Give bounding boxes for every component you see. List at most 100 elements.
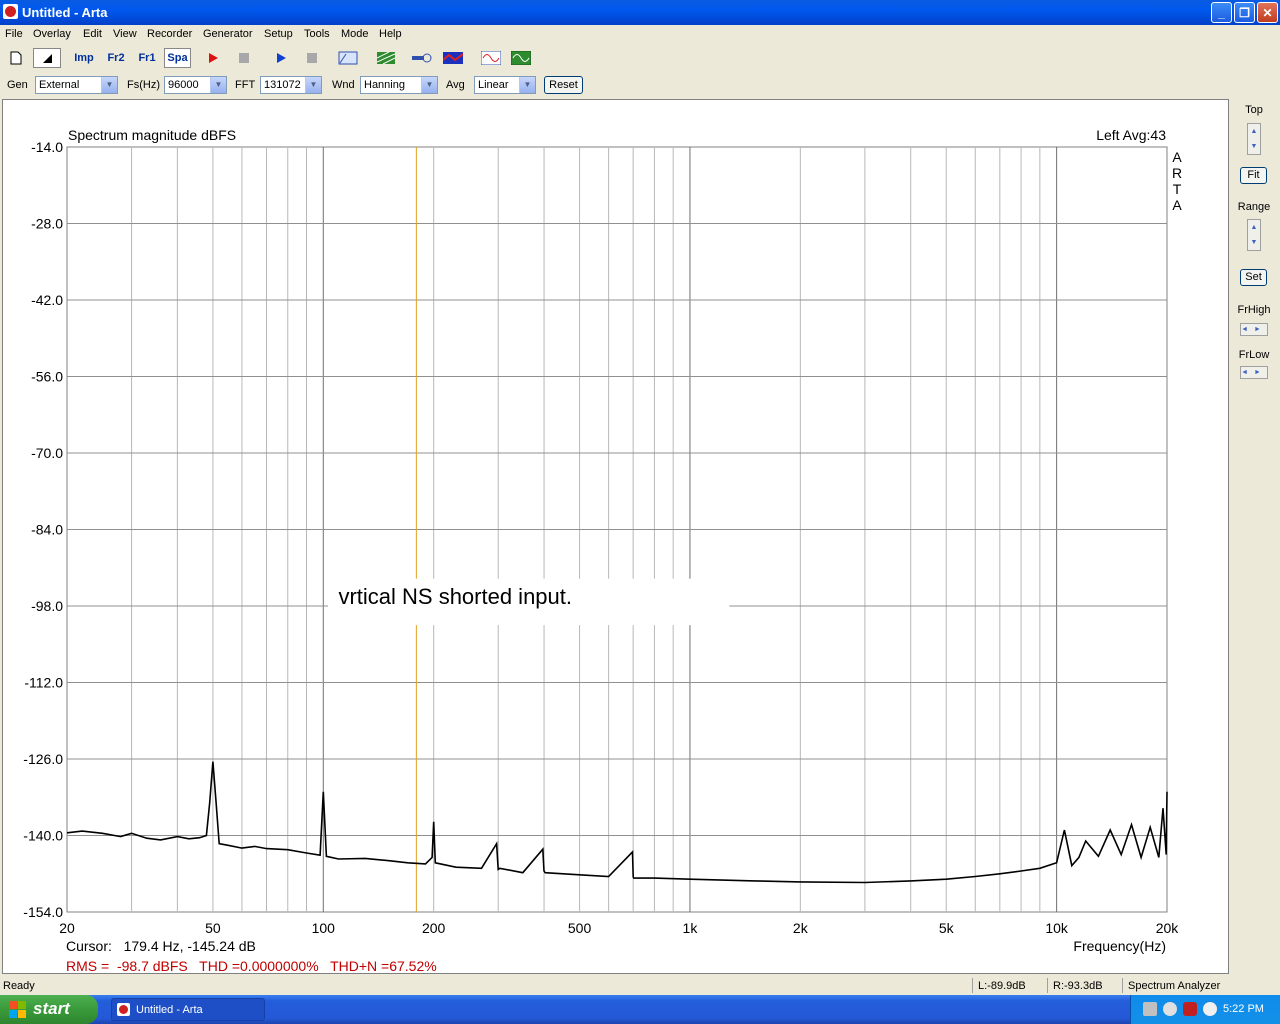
x-tick-label: 20k xyxy=(1156,920,1180,936)
annotation-box: vrtical NS shorted input. xyxy=(327,578,730,626)
x-axis-label: Frequency(Hz) xyxy=(1073,938,1166,954)
gen-select[interactable]: External ▼ xyxy=(35,76,118,94)
menu-bar: File Overlay Edit View Recorder Generato… xyxy=(0,25,1280,44)
cursor-readout: Cursor: 179.4 Hz, -145.24 dB xyxy=(66,938,256,954)
close-button[interactable]: ✕ xyxy=(1257,2,1278,23)
top-spinner[interactable]: ▲ ▼ xyxy=(1247,123,1261,155)
stop-play-icon[interactable] xyxy=(301,48,323,68)
fr2-label: Fr2 xyxy=(107,52,125,64)
grid-icon[interactable] xyxy=(375,48,397,68)
arta-app-icon[interactable] xyxy=(3,4,18,19)
pointer-icon[interactable] xyxy=(33,48,61,68)
restore-button[interactable]: ❐ xyxy=(1234,2,1255,23)
y-tick-label: -84.0 xyxy=(31,522,63,538)
title-bar[interactable]: Untitled - Arta _ ❐ ✕ xyxy=(0,0,1280,25)
fr1-label: Fr1 xyxy=(138,52,156,64)
frhigh-spinner[interactable]: ◄► xyxy=(1240,323,1268,336)
volume-icon[interactable] xyxy=(1163,1002,1177,1016)
x-tick-label: 100 xyxy=(312,920,336,936)
menu-view[interactable]: View xyxy=(113,28,137,40)
spectrum-mode-button[interactable]: Spa xyxy=(164,48,191,68)
shield-icon[interactable] xyxy=(1183,1002,1197,1016)
status-mode: Spectrum Analyzer xyxy=(1128,980,1221,992)
fit-button[interactable]: Fit xyxy=(1240,167,1267,184)
menu-overlay[interactable]: Overlay xyxy=(33,28,71,40)
fr1-mode-button[interactable]: Fr1 xyxy=(134,48,160,68)
chevron-down-icon[interactable]: ▼ xyxy=(519,77,535,93)
probe-icon[interactable] xyxy=(411,48,433,68)
settings-bar: Gen External ▼ Fs(Hz) 96000 ▼ FFT 131072 ▼ … xyxy=(0,73,1280,97)
watermark-letter: T xyxy=(1173,181,1182,197)
play-icon[interactable] xyxy=(270,48,292,68)
menu-mode[interactable]: Mode xyxy=(341,28,369,40)
spa-label: Spa xyxy=(167,52,188,64)
x-tick-label: 200 xyxy=(422,920,446,936)
chevron-down-icon[interactable]: ▼ xyxy=(421,77,437,93)
generator-sine-icon[interactable] xyxy=(480,48,502,68)
fft-select[interactable]: 131072 ▼ xyxy=(260,76,322,94)
chevron-down-icon[interactable]: ▼ xyxy=(101,77,117,93)
avg-select[interactable]: Linear ▼ xyxy=(474,76,536,94)
wnd-select[interactable]: Hanning ▼ xyxy=(360,76,438,94)
record-icon[interactable] xyxy=(202,48,224,68)
fs-label: Fs(Hz) xyxy=(127,79,160,91)
network-icon[interactable] xyxy=(1143,1002,1157,1016)
set-button[interactable]: Set xyxy=(1240,269,1267,286)
menu-help[interactable]: Help xyxy=(379,28,402,40)
watermark-letter: R xyxy=(1172,165,1182,181)
menu-file[interactable]: File xyxy=(5,28,23,40)
antivirus-icon[interactable] xyxy=(1203,1002,1217,1016)
frhigh-label: FrHigh xyxy=(1237,304,1271,316)
reset-button[interactable]: Reset xyxy=(544,76,583,94)
stop-icon[interactable] xyxy=(233,48,255,68)
fr2-mode-button[interactable]: Fr2 xyxy=(103,48,129,68)
y-tick-label: -28.0 xyxy=(31,216,63,232)
range-label: Range xyxy=(1237,201,1271,213)
top-label: Top xyxy=(1245,104,1263,116)
chevron-down-icon[interactable]: ▼ xyxy=(305,77,321,93)
fs-value: 96000 xyxy=(168,79,199,91)
avg-value: Linear xyxy=(478,79,509,91)
imp-label: Imp xyxy=(74,52,94,64)
menu-edit[interactable]: Edit xyxy=(83,28,102,40)
x-tick-label: 1k xyxy=(683,920,699,936)
y-tick-label: -98.0 xyxy=(31,598,63,614)
impulse-mode-button[interactable]: Imp xyxy=(71,48,97,68)
left-level: L:-89.9dB xyxy=(978,980,1026,992)
menu-recorder[interactable]: Recorder xyxy=(147,28,192,40)
wnd-label: Wnd xyxy=(332,79,355,91)
clock: 5:22 PM xyxy=(1223,1003,1264,1015)
frlow-label: FrLow xyxy=(1238,349,1270,361)
range-spinner[interactable]: ▲ ▼ xyxy=(1247,219,1261,251)
chevron-down-icon[interactable]: ▼ xyxy=(210,77,226,93)
start-label: start xyxy=(33,999,70,1018)
minimize-button[interactable]: _ xyxy=(1211,2,1232,23)
spectrum-plot-area[interactable]: vrtical NS shorted input. -14.0 -28.0 -42.… xyxy=(2,99,1229,974)
task-label: Untitled - Arta xyxy=(136,1004,203,1016)
start-button[interactable]: start xyxy=(0,995,98,1024)
menu-setup[interactable]: Setup xyxy=(264,28,293,40)
abc-icon[interactable] xyxy=(337,48,359,68)
wnd-value: Hanning xyxy=(364,79,405,91)
x-tick-label: 500 xyxy=(568,920,592,936)
scope-icon[interactable] xyxy=(510,48,532,68)
y-tick-label: -112.0 xyxy=(24,675,63,691)
windows-logo-icon xyxy=(9,1001,26,1018)
window-title: Untitled - Arta xyxy=(22,5,108,20)
y-tick-label: -14.0 xyxy=(31,139,63,155)
menu-generator[interactable]: Generator xyxy=(203,28,253,40)
new-document-icon[interactable] xyxy=(5,48,27,68)
overlay-icon[interactable] xyxy=(442,48,464,68)
fft-value: 131072 xyxy=(264,79,301,91)
x-tick-label: 50 xyxy=(205,920,221,936)
taskbar-item-arta[interactable]: Untitled - Arta xyxy=(111,998,265,1021)
avg-label: Avg xyxy=(446,79,465,91)
frlow-spinner[interactable]: ◄► xyxy=(1240,366,1268,379)
menu-tools[interactable]: Tools xyxy=(304,28,330,40)
gen-label: Gen xyxy=(7,79,28,91)
status-bar: Ready L:-89.9dB R:-93.3dB Spectrum Analy… xyxy=(0,977,1280,995)
spectrum-chart[interactable]: vrtical NS shorted input. -14.0 -28.0 -42.… xyxy=(3,100,1228,973)
x-tick-label: 2k xyxy=(793,920,809,936)
x-tick-label: 20 xyxy=(59,920,75,936)
fs-select[interactable]: 96000 ▼ xyxy=(164,76,227,94)
